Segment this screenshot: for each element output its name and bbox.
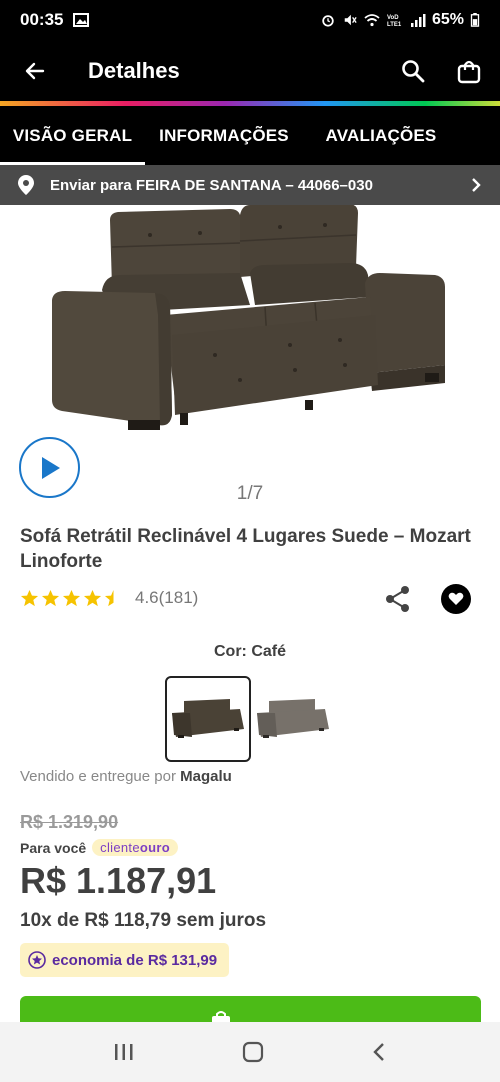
image-icon — [73, 13, 90, 27]
seller-prefix: Vendido e entregue por — [20, 768, 176, 785]
product-image[interactable] — [50, 205, 450, 435]
home-icon[interactable] — [242, 1041, 264, 1063]
status-right: VoD LTE1 65% — [320, 11, 480, 29]
chevron-right-icon — [472, 178, 481, 192]
installments: 10x de R$ 118,79 sem juros — [20, 910, 267, 931]
share-icon[interactable] — [385, 585, 411, 613]
star-icon — [62, 589, 81, 606]
play-icon — [41, 456, 60, 479]
status-time: 00:35 — [20, 10, 64, 29]
para-voce-row: Para você clienteouro — [20, 839, 178, 856]
rating-value: 4.6(181) — [135, 588, 198, 608]
header-actions — [400, 58, 500, 84]
seller-info: Vendido e entregue por Magalu — [20, 768, 232, 785]
color-swatch-cafe[interactable] — [165, 676, 251, 762]
back-nav-icon[interactable] — [371, 1041, 387, 1063]
status-bar: 00:35 VoD LTE1 65% — [0, 0, 500, 40]
product-title: Sofá Retrátil Reclinável 4 Lugares Suede… — [20, 526, 471, 572]
seller-name: Magalu — [180, 768, 232, 785]
rating-stars — [20, 589, 123, 608]
badge-ouro-text: ouro — [139, 840, 170, 855]
app-screen: 00:35 VoD LTE1 65% Detalhes VISÃO GERAL I… — [0, 0, 500, 1082]
cliente-ouro-badge: clienteouro — [92, 839, 178, 856]
savings-badge: economia de R$ 131,99 — [20, 943, 230, 977]
favorite-button[interactable] — [441, 584, 471, 614]
back-button[interactable] — [0, 40, 70, 102]
signal-icon — [410, 14, 426, 27]
savings-text: economia de R$ 131,99 — [52, 951, 218, 969]
search-icon[interactable] — [400, 58, 426, 84]
tab-bar: VISÃO GERAL INFORMAÇÕES AVALIAÇÕES — [0, 106, 500, 165]
mute-icon — [344, 14, 357, 26]
delivery-address-bar[interactable]: Enviar para FEIRA DE SANTANA – 44066–030 — [0, 165, 500, 205]
svg-text:LTE1: LTE1 — [387, 22, 402, 27]
page-title: Detalhes — [88, 58, 180, 83]
heart-icon — [448, 592, 464, 605]
rating-number: 4.6 — [135, 588, 159, 607]
alarm-icon — [322, 15, 334, 27]
star-circle-icon — [28, 951, 46, 969]
gallery-counter: 1/7 — [236, 483, 264, 504]
location-pin-icon — [18, 175, 34, 195]
shopping-bag-icon[interactable] — [456, 58, 482, 84]
recent-apps-icon[interactable] — [113, 1042, 135, 1062]
old-price: R$ 1.319,90 — [20, 812, 119, 832]
star-half-icon — [104, 589, 123, 606]
current-price: R$ 1.187,91 — [20, 860, 217, 901]
delivery-text: Enviar para FEIRA DE SANTANA – 44066–030 — [50, 176, 373, 194]
battery-icon — [470, 13, 480, 27]
battery-percent: 65% — [431, 11, 464, 28]
wifi-icon — [364, 14, 380, 27]
star-icon — [20, 589, 39, 606]
tab-informacoes[interactable]: INFORMAÇÕES — [145, 106, 303, 165]
tab-avaliacoes[interactable]: AVALIAÇÕES — [311, 106, 451, 165]
system-nav-bar — [0, 1022, 500, 1082]
color-label-prefix: Cor: — [213, 643, 247, 660]
rating-count: (181) — [158, 588, 199, 607]
star-icon — [41, 589, 60, 606]
back-arrow-icon — [25, 62, 45, 80]
product-gallery[interactable]: 1/7 — [0, 205, 500, 515]
color-swatch-gray[interactable] — [250, 676, 336, 762]
star-icon — [83, 589, 102, 606]
svg-text:VoD: VoD — [387, 15, 399, 21]
color-value: Café — [251, 643, 287, 660]
para-voce-label: Para você — [20, 839, 87, 856]
rating-row[interactable]: 4.6(181) — [20, 588, 198, 608]
app-header: Detalhes — [0, 40, 500, 102]
color-label: Cor: Café — [0, 643, 500, 661]
sofa-thumbnail-cafe — [172, 699, 244, 738]
badge-cliente-text: cliente — [100, 840, 140, 855]
sofa-thumbnail-gray — [257, 699, 329, 738]
tab-visao-geral[interactable]: VISÃO GERAL — [0, 106, 145, 165]
volte-icon: VoDLTE1 — [387, 15, 402, 27]
